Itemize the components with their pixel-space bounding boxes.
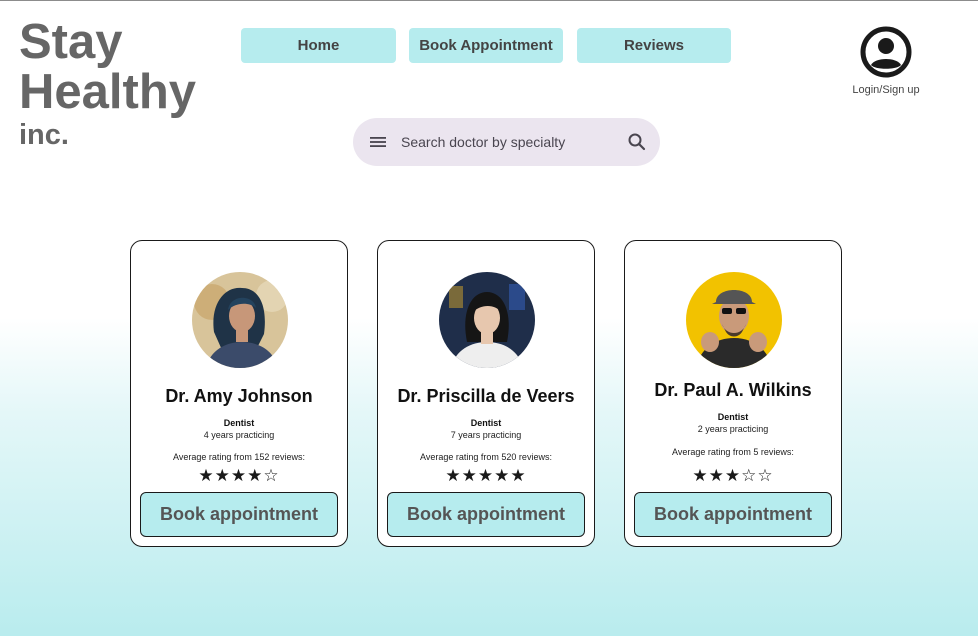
doctor-avatar [192,272,288,368]
star-rating: ★★★★☆ [198,466,280,485]
doctor-card: Dr. Priscilla de Veers Dentist 7 years p… [377,240,595,547]
nav-reviews-button[interactable]: Reviews [577,28,731,63]
doctor-name: Dr. Priscilla de Veers [397,386,575,406]
book-appointment-button[interactable]: Book appointment [140,492,338,537]
doctor-card: Dr. Paul A. Wilkins Dentist 2 years prac… [624,240,842,547]
logo: Stay Healthy inc. [19,18,196,150]
nav-home-button[interactable]: Home [241,28,396,63]
top-border [0,0,978,1]
book-appointment-button[interactable]: Book appointment [634,492,832,537]
doctor-years: 2 years practicing [697,424,769,434]
search-icon[interactable] [627,132,647,152]
star-rating: ★★★★★ [445,466,527,485]
doctor-avatar [439,272,535,368]
logo-line-2: Healthy [19,65,197,119]
account-circle-icon[interactable] [860,26,912,78]
search-bar[interactable] [353,118,660,166]
doctor-card: Dr. Amy Johnson Dentist 4 years practici… [130,240,348,547]
doctor-rating-label: Average rating from 520 reviews: [420,452,552,462]
doctor-years: 7 years practicing [450,430,522,440]
logo-line-3: inc. [19,119,69,151]
doctor-name: Dr. Paul A. Wilkins [654,380,812,400]
login-label[interactable]: Login/Sign up [846,84,926,96]
star-rating: ★★★☆☆ [692,466,774,485]
doctor-rating-label: Average rating from 152 reviews: [173,452,305,462]
doctor-specialty: Dentist [223,418,255,428]
doctor-years: 4 years practicing [203,430,275,440]
doctor-name: Dr. Amy Johnson [165,386,313,406]
book-appointment-button[interactable]: Book appointment [387,492,585,537]
search-input[interactable] [401,129,616,155]
doctor-rating-label: Average rating from 5 reviews: [672,447,794,457]
menu-icon[interactable] [369,133,387,151]
login-signup[interactable]: Login/Sign up [846,26,926,96]
nav-book-appointment-button[interactable]: Book Appointment [409,28,563,63]
logo-line-1: Stay [19,15,123,69]
doctor-specialty: Dentist [470,418,502,428]
doctor-specialty: Dentist [717,412,749,422]
doctor-avatar [686,272,782,368]
